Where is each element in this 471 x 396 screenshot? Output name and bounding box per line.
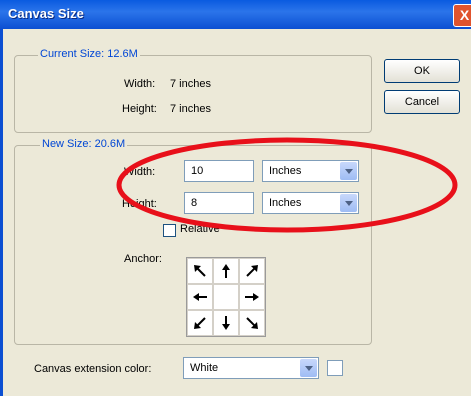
- anchor-grid: [186, 257, 266, 337]
- height-unit-value: Inches: [269, 197, 302, 209]
- current-size-group: [14, 55, 372, 133]
- arrow-nw-icon[interactable]: [187, 258, 213, 284]
- anchor-label: Anchor:: [124, 253, 162, 265]
- anchor-center[interactable]: [213, 284, 239, 310]
- close-button[interactable]: X: [453, 4, 471, 27]
- new-size-legend: New Size: 20.6M: [40, 138, 128, 150]
- new-height-label: Height:: [122, 198, 157, 210]
- ok-button[interactable]: OK: [384, 59, 460, 83]
- arrow-se-icon[interactable]: [239, 310, 265, 336]
- chevron-down-icon[interactable]: [300, 359, 317, 377]
- width-unit-select[interactable]: Inches: [262, 160, 359, 182]
- current-height-label: Height:: [122, 103, 157, 115]
- arrow-n-icon[interactable]: [213, 258, 239, 284]
- arrow-s-icon[interactable]: [213, 310, 239, 336]
- relative-checkbox[interactable]: [163, 224, 176, 237]
- chevron-down-icon[interactable]: [340, 194, 357, 212]
- arrow-sw-icon[interactable]: [187, 310, 213, 336]
- current-size-legend: Current Size: 12.6M: [38, 48, 140, 60]
- window-frame-left: [0, 29, 3, 396]
- extension-color-value: White: [190, 362, 219, 374]
- current-width-label: Width:: [124, 78, 156, 90]
- window-title: Canvas Size: [8, 6, 84, 21]
- arrow-ne-icon[interactable]: [239, 258, 265, 284]
- extension-color-select[interactable]: White: [183, 357, 319, 379]
- current-height-value: 7 inches: [170, 103, 211, 115]
- new-width-label: Width:: [124, 166, 156, 178]
- height-input[interactable]: 8: [184, 192, 254, 214]
- current-width-value: 7 inches: [170, 78, 211, 90]
- cancel-button[interactable]: Cancel: [384, 90, 460, 114]
- title-bar: Canvas Size X: [0, 0, 471, 29]
- extension-color-swatch[interactable]: [327, 360, 343, 376]
- width-input[interactable]: 10: [184, 160, 254, 182]
- relative-label[interactable]: Relative: [180, 223, 220, 235]
- width-unit-value: Inches: [269, 165, 302, 177]
- height-unit-select[interactable]: Inches: [262, 192, 359, 214]
- extension-color-label: Canvas extension color:: [34, 363, 152, 375]
- arrow-w-icon[interactable]: [187, 284, 213, 310]
- arrow-e-icon[interactable]: [239, 284, 265, 310]
- chevron-down-icon[interactable]: [340, 162, 357, 180]
